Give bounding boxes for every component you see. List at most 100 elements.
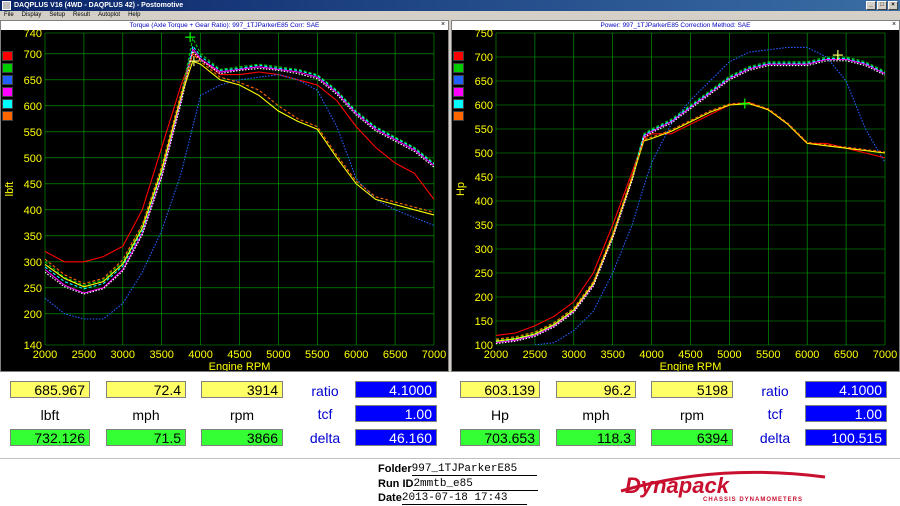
app-icon xyxy=(2,1,11,10)
right-unit-mph: mph xyxy=(582,407,610,423)
report-footer: Folder997_1TJParkerE85 Run ID2mmtb_e85 D… xyxy=(0,458,900,506)
menu-setup[interactable]: Setup xyxy=(49,11,65,20)
run-color-swatch[interactable] xyxy=(2,51,13,61)
dynapack-logo: Dynapack CHASSIS DYNAMOMETERS xyxy=(620,470,826,503)
power-chart[interactable]: 2000 2500 3000 3500 4000 4500 5000 5500 6000 6500… xyxy=(452,30,899,371)
y-tick-label: 400 xyxy=(24,205,42,217)
run-color-swatch[interactable] xyxy=(2,63,13,73)
left-unit-mph: mph xyxy=(132,407,160,423)
y-tick-label: 500 xyxy=(475,148,493,160)
x-axis-label: Engine RPM xyxy=(209,361,271,371)
right-delta-value: 100.515 xyxy=(805,429,887,446)
right-peak-rpm: 6394 xyxy=(651,429,733,446)
left-ratio-label: ratio xyxy=(311,383,339,399)
right-tcf-value: 1.00 xyxy=(805,405,887,422)
right-peak-power: 703.653 xyxy=(460,429,540,446)
torque-panel-title: Torque (Axle Torque + Gear Ratio): 997_1… xyxy=(129,22,320,29)
x-tick-label: 5500 xyxy=(756,349,780,361)
x-tick-label: 6500 xyxy=(834,349,858,361)
menu-file[interactable]: File xyxy=(4,11,14,20)
y-tick-label: 250 xyxy=(24,283,42,295)
y-tick-label: 750 xyxy=(475,30,493,40)
x-tick-label: 7000 xyxy=(422,349,446,361)
y-tick-label: 250 xyxy=(475,268,493,280)
torque-panel: Torque (Axle Torque + Gear Ratio): 997_1… xyxy=(0,20,449,372)
y-tick-label: 450 xyxy=(475,172,493,184)
y-tick-label: 550 xyxy=(24,127,42,139)
right-ratio-value: 4.1000 xyxy=(805,381,887,398)
x-tick-label: 7000 xyxy=(873,349,897,361)
y-tick-label: 700 xyxy=(24,49,42,61)
maximize-button[interactable]: □ xyxy=(877,1,887,10)
power-panel-close-button[interactable]: × xyxy=(890,21,898,29)
y-tick-label: 500 xyxy=(24,153,42,165)
logo-subtext: CHASSIS DYNAMOMETERS xyxy=(703,497,803,503)
right-cursor-power: 603.139 xyxy=(460,381,540,398)
run-color-swatch[interactable] xyxy=(453,99,464,109)
x-tick-label: 6000 xyxy=(344,349,368,361)
x-tick-label: 3000 xyxy=(111,349,135,361)
y-tick-label: 550 xyxy=(475,124,493,136)
power-run-swatches xyxy=(453,51,464,121)
run-color-swatch[interactable] xyxy=(453,111,464,121)
minimize-button[interactable]: _ xyxy=(866,1,876,10)
window-titlebar: DAQPLUS V16 (4WD - DAQPLUS 42) - Postomo… xyxy=(0,0,900,11)
menu-help[interactable]: Help xyxy=(128,11,140,20)
y-tick-label: 350 xyxy=(475,220,493,232)
torque-panel-close-button[interactable]: × xyxy=(439,21,447,29)
x-tick-label: 5000 xyxy=(266,349,290,361)
y-tick-label: 600 xyxy=(24,101,42,113)
torque-chart[interactable]: 2000 2500 3000 3500 4000 4500 5000 5500 6000 6500… xyxy=(1,30,448,371)
run-id-row: Run ID2mmtb_e85 xyxy=(378,478,539,491)
run-color-swatch[interactable] xyxy=(453,63,464,73)
x-tick-label: 6500 xyxy=(383,349,407,361)
readout-area: 685.967 72.4 3914 lbft mph rpm 732.126 7… xyxy=(0,372,900,458)
menu-autoplot[interactable]: Autoplot xyxy=(98,11,120,20)
window-title: DAQPLUS V16 (4WD - DAQPLUS 42) - Postomo… xyxy=(14,2,184,9)
right-tcf-label: tcf xyxy=(767,406,783,422)
right-unit-rpm: rpm xyxy=(679,407,705,423)
right-ratio-label: ratio xyxy=(761,383,789,399)
left-tcf-label: tcf xyxy=(317,406,333,422)
run-color-swatch[interactable] xyxy=(2,87,13,97)
menu-result[interactable]: Result xyxy=(73,11,90,20)
date-label: Date xyxy=(378,492,402,504)
left-delta-value: 46.160 xyxy=(355,429,437,446)
power-panel-title: Power: 997_1TJParkerE85 Correction Metho… xyxy=(600,22,751,29)
close-window-button[interactable]: × xyxy=(888,1,898,10)
y-tick-label: 400 xyxy=(475,196,493,208)
date-row: Date2013-07-18 17:43 xyxy=(378,492,527,505)
run-color-swatch[interactable] xyxy=(2,99,13,109)
y-tick-label: 140 xyxy=(24,340,42,352)
torque-run-swatches xyxy=(2,51,13,121)
folder-label: Folder xyxy=(378,463,412,475)
run-color-swatch[interactable] xyxy=(453,51,464,61)
run-color-swatch[interactable] xyxy=(2,75,13,85)
y-tick-label: 300 xyxy=(24,257,42,269)
date-value: 2013-07-18 17:43 xyxy=(401,492,527,505)
x-tick-label: 5000 xyxy=(717,349,741,361)
y-tick-label: 600 xyxy=(475,100,493,112)
x-tick-label: 3000 xyxy=(562,349,586,361)
left-unit-lbft: lbft xyxy=(40,407,60,423)
menu-bar: File Display Setup Result Autoplot Help xyxy=(0,11,900,20)
x-tick-label: 3500 xyxy=(600,349,624,361)
x-tick-label: 4500 xyxy=(678,349,702,361)
run-color-swatch[interactable] xyxy=(2,111,13,121)
x-tick-label: 5500 xyxy=(305,349,329,361)
left-peak-torque: 732.126 xyxy=(10,429,90,446)
x-tick-label: 4500 xyxy=(227,349,251,361)
menu-display[interactable]: Display xyxy=(22,11,42,20)
run-color-swatch[interactable] xyxy=(453,87,464,97)
folder-value: 997_1TJParkerE85 xyxy=(411,463,537,476)
right-cursor-mph: 96.2 xyxy=(556,381,636,398)
logo-text: Dynapack xyxy=(625,473,731,498)
y-tick-label: 740 xyxy=(24,30,42,40)
left-delta-label: delta xyxy=(309,430,341,446)
y-tick-label: 700 xyxy=(475,52,493,64)
right-cursor-rpm: 5198 xyxy=(651,381,733,398)
y-tick-label: 350 xyxy=(24,231,42,243)
left-cursor-mph: 72.4 xyxy=(106,381,186,398)
run-color-swatch[interactable] xyxy=(453,75,464,85)
y-tick-label: 100 xyxy=(475,340,493,352)
